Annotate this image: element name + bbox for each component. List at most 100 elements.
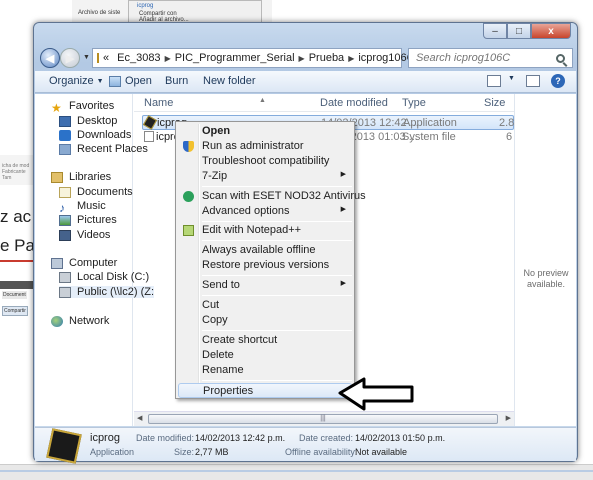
change-view-icon[interactable]	[487, 75, 501, 87]
nav-label: Favorites	[69, 100, 115, 112]
star-icon: ★	[51, 100, 62, 115]
submenu-arrow-icon: ▶	[340, 280, 346, 287]
menu-label: Troubleshoot compatibility	[202, 155, 330, 167]
nav-label: Documents	[77, 186, 133, 198]
back-button[interactable]: ◀	[40, 48, 60, 68]
scroll-right-icon[interactable]: ▶	[506, 414, 511, 422]
desktop-icon	[59, 115, 71, 127]
burn-button[interactable]: Burn	[165, 75, 188, 87]
breadcrumb-overflow[interactable]: «	[103, 52, 109, 64]
menu-separator	[202, 295, 352, 296]
menu-item-restore-versions[interactable]: Restore previous versions	[178, 258, 352, 273]
shield-icon	[183, 141, 194, 152]
chevron-right-icon[interactable]: ▶	[165, 54, 171, 63]
menu-label: Edit with Notepad++	[202, 224, 302, 236]
new-folder-button[interactable]: New folder	[203, 75, 256, 87]
chevron-right-icon[interactable]: ▶	[299, 54, 305, 63]
background-text: e Pa	[0, 236, 35, 255]
computer-icon	[51, 257, 63, 269]
menu-item-rename[interactable]: Rename	[178, 363, 352, 378]
downloads-icon	[59, 129, 71, 141]
recent-pages-dropdown-icon[interactable]: ▼	[83, 54, 90, 61]
menu-item-7zip[interactable]: 7-Zip ▶	[178, 169, 352, 184]
new-folder-label: New folder	[203, 75, 256, 87]
menu-label: Always available offline	[202, 244, 316, 256]
details-date-modified: 14/02/2013 12:42 p.m.	[195, 433, 286, 443]
breadcrumb-item[interactable]: Ec_3083	[117, 52, 160, 64]
nav-label: Music	[77, 200, 106, 212]
minimize-button[interactable]: –	[483, 23, 507, 39]
breadcrumb-item[interactable]: Prueba	[309, 52, 344, 64]
menu-item-advanced-options[interactable]: Advanced options ▶	[178, 204, 352, 219]
column-date-modified[interactable]: Date modified	[320, 97, 388, 109]
chevron-right-icon[interactable]: ▶	[348, 54, 354, 63]
menu-item-troubleshoot[interactable]: Troubleshoot compatibility	[178, 154, 352, 169]
nav-music[interactable]: ♪ Music	[59, 200, 106, 215]
background-side-label: Archivo de siste	[78, 10, 121, 16]
forward-button[interactable]: ▶	[60, 48, 80, 68]
menu-separator	[202, 330, 352, 331]
nav-libraries[interactable]: Libraries	[51, 171, 111, 183]
column-name[interactable]: Name	[144, 97, 173, 109]
nav-favorites[interactable]: ★ Favorites	[51, 100, 115, 115]
nav-documents[interactable]: Documents	[59, 186, 133, 198]
column-type[interactable]: Type	[402, 97, 426, 109]
nav-label: Pictures	[77, 214, 117, 226]
menu-label: Send to	[202, 279, 240, 291]
nav-label: Videos	[77, 229, 111, 241]
nav-downloads[interactable]: Downloads	[59, 129, 131, 141]
nav-desktop[interactable]: Desktop	[59, 115, 117, 127]
menu-separator	[202, 221, 352, 222]
window-controls: – □ x	[483, 23, 571, 39]
nav-pictures[interactable]: Pictures	[59, 214, 117, 226]
horizontal-scrollbar[interactable]: ◀ ||| ▶	[134, 411, 514, 426]
menu-item-copy[interactable]: Copy	[178, 313, 352, 328]
menu-item-delete[interactable]: Delete	[178, 348, 352, 363]
application-icon	[46, 428, 82, 464]
open-icon	[109, 75, 121, 87]
burn-label: Burn	[165, 75, 189, 87]
organize-button[interactable]: Organize ▼	[49, 75, 104, 87]
breadcrumb-item[interactable]: PIC_Programmer_Serial	[175, 52, 295, 64]
menu-label: Scan with ESET NOD32 Antivirus	[202, 190, 366, 202]
command-bar: Organize ▼ Open Burn New folder ▼ ?	[35, 71, 576, 93]
menu-item-open[interactable]: Open	[178, 124, 352, 139]
breadcrumb-item[interactable]: icprog106C	[358, 52, 414, 64]
network-drive-icon	[59, 286, 71, 298]
nav-label: Downloads	[77, 129, 132, 141]
pictures-icon	[59, 214, 71, 226]
menu-separator	[202, 380, 352, 381]
nav-label: Network	[69, 315, 110, 327]
scroll-left-icon[interactable]: ◀	[137, 414, 142, 422]
menu-item-eset-scan[interactable]: Scan with ESET NOD32 Antivirus	[178, 189, 366, 204]
menu-label: Create shortcut	[202, 334, 278, 346]
menu-item-create-shortcut[interactable]: Create shortcut	[178, 333, 352, 348]
search-input[interactable]	[414, 51, 552, 65]
menu-item-notepad[interactable]: Edit with Notepad++	[178, 223, 352, 238]
nav-videos[interactable]: Videos	[59, 229, 110, 241]
menu-label: 7-Zip	[202, 170, 228, 182]
menu-item-send-to[interactable]: Send to ▶	[178, 278, 352, 293]
search-box[interactable]	[408, 48, 573, 68]
view-dropdown-icon[interactable]: ▼	[505, 75, 515, 82]
menu-item-cut[interactable]: Cut	[178, 298, 352, 313]
menu-item-properties[interactable]: Properties	[178, 383, 352, 398]
eset-icon	[183, 191, 194, 202]
chevron-down-icon: ▼	[96, 77, 104, 85]
preview-pane-icon[interactable]	[526, 75, 540, 87]
menu-item-always-offline[interactable]: Always available offline	[178, 243, 352, 258]
menu-item-run-as-administrator[interactable]: Run as administrator	[178, 139, 352, 154]
menu-label: Properties	[203, 385, 254, 397]
details-date-created: 14/02/2013 01:50 p.m.	[355, 433, 446, 443]
search-icon[interactable]	[556, 53, 565, 63]
close-button[interactable]: x	[531, 23, 571, 39]
maximize-button[interactable]: □	[507, 23, 531, 39]
column-size[interactable]: Size	[484, 97, 505, 109]
submenu-arrow-icon: ▶	[340, 206, 346, 213]
nav-computer[interactable]: Computer	[51, 257, 117, 269]
address-bar[interactable]: « Ec_3083 ▶ PIC_Programmer_Serial ▶ Prue…	[92, 48, 436, 68]
scrollbar-thumb[interactable]: |||	[148, 414, 498, 424]
nav-network[interactable]: Network	[51, 315, 109, 327]
help-icon[interactable]: ?	[551, 74, 565, 88]
open-button[interactable]: Open	[109, 75, 152, 87]
